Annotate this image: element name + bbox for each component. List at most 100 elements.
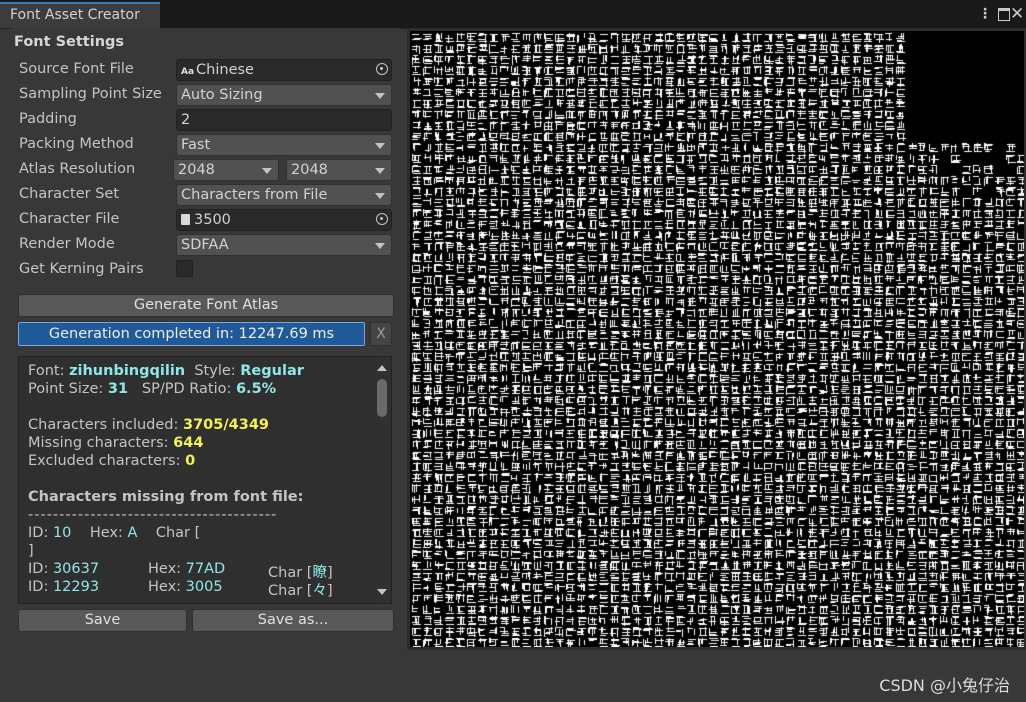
generation-report[interactable]: Font: zihunbingqilin Style: Regular Poin… [18, 356, 392, 604]
row-sampling-point-size: Sampling Point Size Auto Sizing [18, 83, 398, 107]
character-set-label: Character Set [19, 186, 120, 202]
scroll-up-icon[interactable] [377, 365, 387, 371]
row-source-font-file: Source Font File Aa Chinese [18, 58, 398, 82]
generate-font-atlas-button[interactable]: Generate Font Atlas [18, 294, 394, 317]
scroll-down-icon[interactable] [377, 589, 387, 595]
atlas-preview-frame [407, 28, 1026, 650]
section-title: Font Settings [14, 34, 125, 50]
atlas-resolution-label: Atlas Resolution [19, 161, 136, 177]
chevron-down-icon [375, 243, 385, 249]
atlas-width-value: 2048 [178, 162, 215, 178]
missing-entry: ID: 30637 Hex: 77AD Char [瞭] [28, 561, 333, 581]
save-button[interactable]: Save [18, 609, 187, 632]
character-set-value: Characters from File [181, 187, 328, 203]
entry-id-label: ID: [28, 561, 53, 577]
point-size-value: 31 [107, 381, 129, 397]
padding-value: 2 [181, 112, 191, 128]
kerning-label: Get Kerning Pairs [19, 261, 144, 277]
row-render-mode: Render Mode SDFAA [18, 233, 398, 257]
entry-hex: A [127, 525, 138, 541]
divider: ---------------------------------------- [28, 507, 278, 523]
bottom-strip [0, 650, 1026, 702]
missing-entry: ID: 10 Hex: A Char [ [28, 525, 200, 541]
character-file-field[interactable]: 3500 [176, 209, 392, 231]
settings-panel: Font Settings Source Font File Aa Chinese… [12, 28, 400, 650]
character-file-value: 3500 [194, 212, 231, 228]
chevron-down-icon [375, 193, 385, 199]
row-padding: Padding 2 [18, 108, 398, 132]
entry-char: 々 [312, 583, 327, 599]
character-set-dropdown[interactable]: Characters from File [176, 184, 392, 206]
progress-text: Generation completed in: 12247.69 ms [48, 326, 335, 342]
row-packing-method: Packing Method Fast [18, 133, 398, 157]
included-label: Characters included: [28, 417, 183, 433]
row-character-set: Character Set Characters from File [18, 183, 398, 207]
object-picker-icon[interactable] [376, 63, 388, 75]
sampling-point-size-dropdown[interactable]: Auto Sizing [176, 84, 392, 106]
source-font-file-field[interactable]: Aa Chinese [176, 59, 392, 81]
text-file-icon [181, 214, 190, 225]
ratio-label: SP/PD Ratio: [141, 381, 236, 397]
render-mode-value: SDFAA [181, 237, 229, 253]
missing-entry: ID: 12293 Hex: 3005 Char [々] [28, 579, 333, 599]
object-picker-icon[interactable] [376, 213, 388, 225]
excluded-label: Excluded characters: [28, 453, 186, 469]
kerning-checkbox[interactable] [176, 260, 193, 277]
entry-id: 30637 [52, 561, 100, 577]
atlas-height-value: 2048 [291, 162, 328, 178]
source-font-file-label: Source Font File [19, 61, 134, 77]
entry-hex: 3005 [185, 579, 223, 595]
save-as-button[interactable]: Save as... [192, 609, 394, 632]
close-icon[interactable]: ✕ [1010, 4, 1024, 24]
padding-input[interactable]: 2 [176, 109, 392, 131]
missing-line: Missing characters: 644 [28, 435, 203, 451]
entry-id-label: ID: [28, 525, 53, 541]
atlas-height-dropdown[interactable]: 2048 [286, 159, 392, 181]
maximize-icon[interactable] [998, 4, 1010, 24]
scroll-thumb[interactable] [377, 379, 387, 417]
entry-id: 10 [52, 525, 72, 541]
packing-method-label: Packing Method [19, 136, 134, 152]
excluded-value: 0 [185, 453, 196, 469]
chevron-down-icon [375, 93, 385, 99]
atlas-glyph-grid [410, 31, 1024, 647]
chevron-down-icon [262, 168, 272, 174]
style-value: Regular [240, 363, 304, 379]
entry-char-label: Char [ [155, 525, 201, 541]
chevron-down-icon [375, 168, 385, 174]
entry-hex-label: Hex: [89, 525, 128, 541]
render-mode-label: Render Mode [19, 236, 115, 252]
kebab-menu-icon[interactable]: ⋮ [978, 4, 992, 24]
entry-char-label: Char [ [268, 583, 313, 599]
row-atlas-resolution: Atlas Resolution 2048 2048 [18, 158, 398, 182]
entry-hex-label: Hex: [148, 579, 186, 595]
entry-char-group: Char [々] [268, 579, 333, 600]
font-asset-icon: Aa [181, 67, 195, 77]
packing-method-dropdown[interactable]: Fast [176, 134, 392, 156]
missing-label: Missing characters: [28, 435, 174, 451]
ratio-value: 6.5% [235, 381, 277, 397]
font-atlas-texture [410, 31, 1024, 647]
report-scrollbar[interactable] [373, 357, 391, 603]
font-asset-creator-window: Font Asset Creator ⋮ ✕ Font Settings Sou… [0, 0, 1026, 702]
packing-method-value: Fast [181, 137, 211, 153]
render-mode-dropdown[interactable]: SDFAA [176, 234, 392, 256]
entry-hex-group: Hex: 77AD [148, 561, 225, 577]
font-name: zihunbingqilin [69, 363, 186, 379]
tab-bar: Font Asset Creator ⋮ ✕ [0, 0, 1026, 29]
entry-id: 12293 [52, 579, 100, 595]
excluded-line: Excluded characters: 0 [28, 453, 195, 469]
included-line: Characters included: 3705/4349 [28, 417, 269, 433]
font-line: Font: zihunbingqilin Style: Regular [28, 363, 304, 379]
cancel-button[interactable]: X [370, 322, 392, 346]
sampling-point-size-label: Sampling Point Size [19, 86, 162, 102]
sampling-point-size-value: Auto Sizing [181, 87, 263, 103]
entry-id-label: ID: [28, 579, 53, 595]
atlas-width-dropdown[interactable]: 2048 [173, 159, 279, 181]
padding-label: Padding [19, 111, 77, 127]
tab-font-asset-creator[interactable]: Font Asset Creator [0, 2, 160, 28]
chevron-down-icon [375, 143, 385, 149]
missing-header: Characters missing from font file: [28, 489, 304, 505]
entry-hex-label: Hex: [148, 561, 186, 577]
entry-hex: 77AD [185, 561, 226, 577]
